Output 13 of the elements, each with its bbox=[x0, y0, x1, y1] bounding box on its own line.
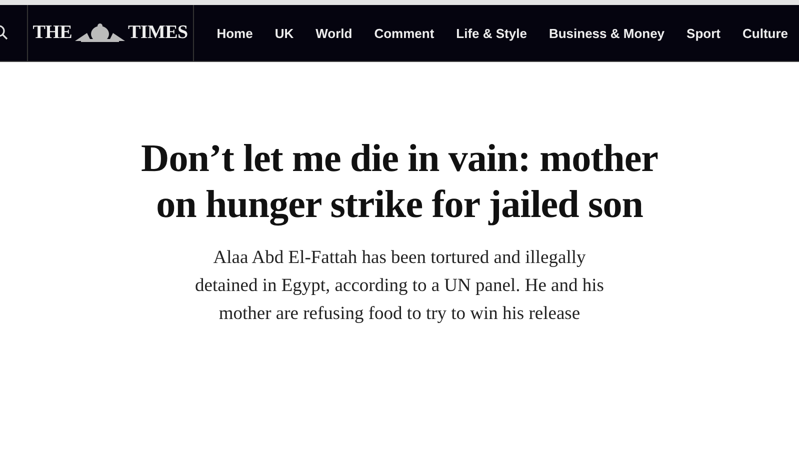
nav-link[interactable]: Home bbox=[206, 26, 264, 40]
nav-link[interactable]: World bbox=[304, 26, 364, 40]
nav-link[interactable]: Sport bbox=[676, 26, 732, 40]
nav-link[interactable]: Comment bbox=[363, 26, 446, 40]
search-icon[interactable] bbox=[0, 25, 10, 41]
logo-text[interactable]: THE bbox=[32, 22, 72, 44]
nav-link[interactable]: Business & Money bbox=[538, 26, 676, 40]
logo-text[interactable]: TIMES bbox=[128, 22, 188, 44]
headline: Don’t let me die in vain: mother on hunger strike for jailed son bbox=[140, 136, 659, 228]
nav-link[interactable]: UK bbox=[264, 26, 305, 40]
nav-link[interactable]: Culture bbox=[732, 26, 799, 40]
standfirst: Alaa Abd El-Fattah has been tortured and illegally detained in Egypt, according to a UN panel. He and his mother are refusing food to try to win his release bbox=[194, 247, 605, 326]
nav-link[interactable]: Life & Style bbox=[445, 26, 538, 40]
